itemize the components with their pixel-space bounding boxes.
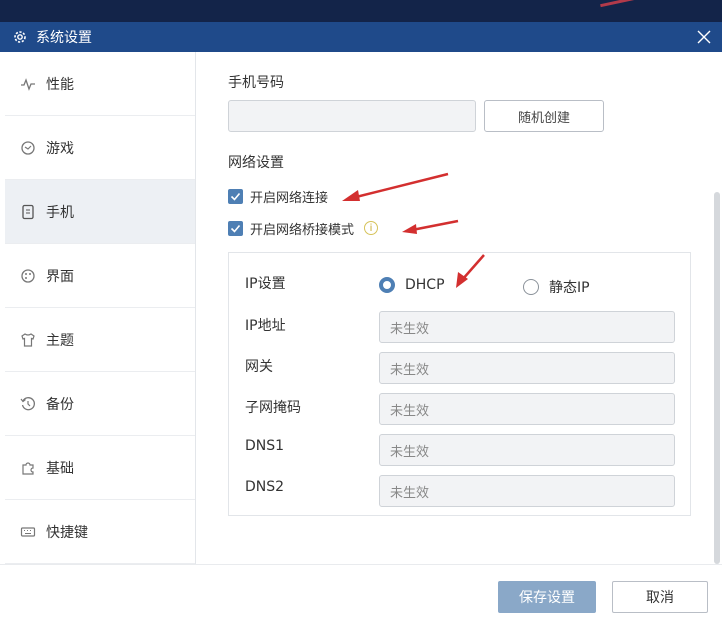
gateway-label: 网关	[245, 359, 273, 375]
checkbox-label: 开启网络桥接模式	[250, 222, 355, 238]
ip-address-input[interactable]: 未生效	[379, 311, 675, 343]
sidebar-item-basic[interactable]: 基础	[5, 436, 195, 500]
shirt-icon	[20, 332, 36, 348]
sidebar-item-label: 快捷键	[46, 524, 88, 541]
sidebar-item-label: 备份	[46, 396, 74, 413]
gear-icon	[12, 29, 28, 45]
sidebar-item-interface[interactable]: 界面	[5, 244, 195, 308]
checkbox-checked-icon	[228, 220, 243, 236]
cancel-button[interactable]: 取消	[612, 581, 708, 613]
gateway-input[interactable]: 未生效	[379, 352, 675, 384]
sidebar-item-performance[interactable]: 性能	[5, 52, 195, 116]
backup-icon	[20, 396, 36, 412]
dhcp-radio[interactable]: DHCP	[379, 277, 445, 293]
sidebar-item-shortcuts[interactable]: 快捷键	[5, 500, 195, 564]
checkbox-label: 开启网络连接	[250, 190, 329, 206]
phone-number-input[interactable]	[228, 100, 476, 132]
checkbox-checked-icon	[228, 188, 243, 204]
subnet-mask-label: 子网掩码	[245, 400, 301, 416]
sidebar-item-label: 界面	[46, 268, 74, 285]
radio-selected-icon	[379, 277, 395, 293]
background-streak	[600, 0, 640, 8]
network-settings-label: 网络设置	[228, 155, 284, 171]
dns1-label: DNS1	[245, 438, 285, 454]
desktop-background-strip	[0, 0, 722, 22]
subnet-mask-input[interactable]: 未生效	[379, 393, 675, 425]
enable-network-checkbox[interactable]: 开启网络连接	[228, 185, 328, 207]
phone-number-label: 手机号码	[228, 75, 284, 91]
ip-settings-panel: IP设置 DHCP 静态IP IP地址 未生效 网关 未生效 子网掩码 未生效 …	[228, 252, 691, 516]
dialog-footer: 保存设置 取消	[0, 564, 722, 620]
sidebar-item-phone[interactable]: 手机	[5, 180, 195, 244]
gamepad-icon	[20, 140, 36, 156]
ip-settings-label: IP设置	[245, 276, 286, 292]
dns2-label: DNS2	[245, 479, 285, 495]
random-create-button[interactable]: 随机创建	[484, 100, 604, 132]
sidebar-item-label: 主题	[46, 332, 74, 349]
pulse-icon	[20, 76, 36, 92]
scrollbar[interactable]	[714, 192, 720, 564]
radio-unselected-icon	[523, 279, 539, 295]
puzzle-icon	[20, 460, 36, 476]
title-bar: 系统设置	[0, 22, 722, 52]
sidebar-item-label: 手机	[46, 204, 74, 221]
window-title: 系统设置	[36, 30, 92, 46]
sidebar-item-backup[interactable]: 备份	[5, 372, 195, 436]
dns1-input[interactable]: 未生效	[379, 434, 675, 466]
sidebar-item-label: 性能	[46, 76, 74, 93]
bridge-mode-checkbox[interactable]: 开启网络桥接模式 i	[228, 217, 379, 239]
sidebar-item-game[interactable]: 游戏	[5, 116, 195, 180]
palette-icon	[20, 268, 36, 284]
radio-label: DHCP	[405, 277, 445, 293]
phone-icon	[20, 204, 36, 220]
sidebar-item-theme[interactable]: 主题	[5, 308, 195, 372]
save-settings-button[interactable]: 保存设置	[498, 581, 596, 613]
ip-address-label: IP地址	[245, 318, 286, 334]
info-icon[interactable]: i	[364, 221, 379, 235]
close-icon[interactable]	[694, 27, 714, 47]
radio-label: 静态IP	[549, 280, 590, 296]
static-ip-radio[interactable]: 静态IP	[523, 277, 590, 297]
keyboard-icon	[20, 524, 36, 540]
settings-content: 手机号码 随机创建 网络设置 开启网络连接 开启网络桥接模式 i IP设置 DH…	[228, 52, 698, 564]
dns2-input[interactable]: 未生效	[379, 475, 675, 507]
sidebar: 性能 游戏 手机 界面 主题 备份 基础 快捷键	[5, 52, 196, 564]
sidebar-item-label: 游戏	[46, 140, 74, 157]
sidebar-item-label: 基础	[46, 460, 74, 477]
settings-dialog: 性能 游戏 手机 界面 主题 备份 基础 快捷键 手机号码 随机创建 网络设置 …	[0, 52, 722, 620]
